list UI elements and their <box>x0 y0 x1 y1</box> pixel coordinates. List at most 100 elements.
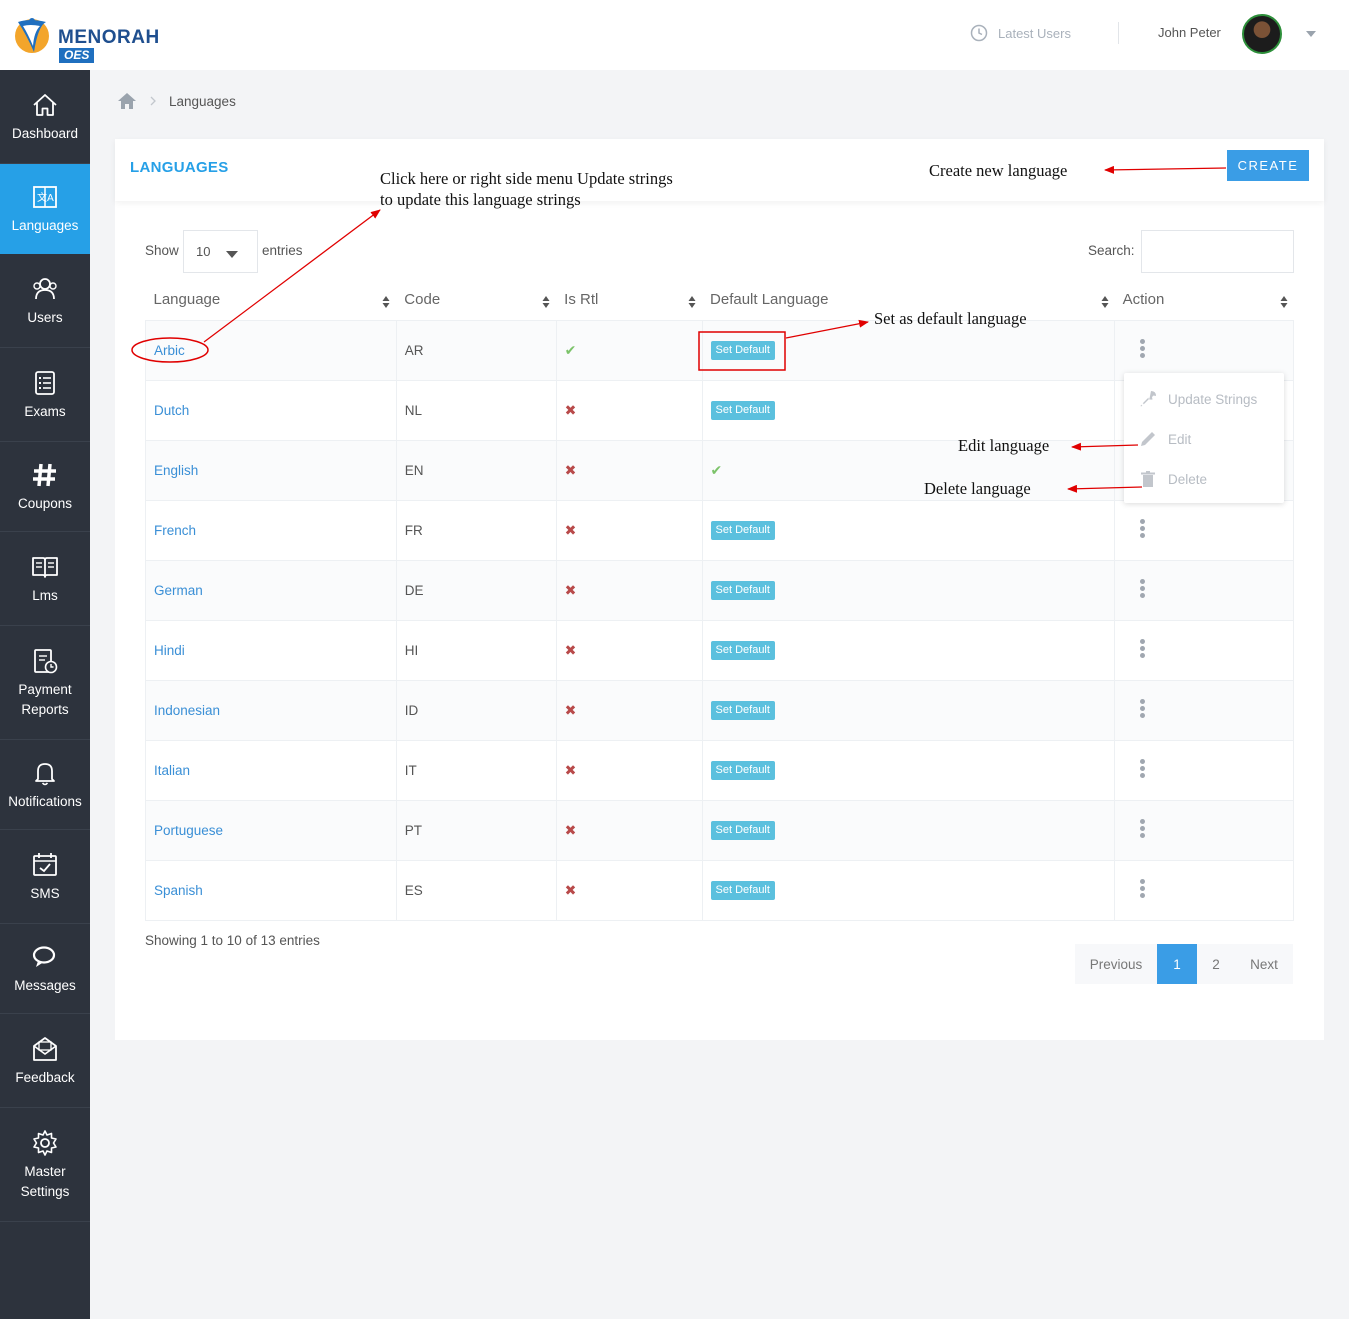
language-link[interactable]: Dutch <box>154 403 189 418</box>
sidebar-item-dashboard[interactable]: Dashboard <box>0 70 90 164</box>
page-size-select[interactable]: 10 <box>183 230 258 273</box>
set-default-button[interactable]: Set Default <box>710 580 775 600</box>
avatar[interactable] <box>1242 14 1282 54</box>
kebab-menu-icon[interactable] <box>1140 697 1146 720</box>
cell-is-rtl: ✖ <box>555 439 703 501</box>
language-code: ID <box>404 702 419 718</box>
cross-icon: ✖ <box>564 641 577 658</box>
sidebar-item-feedback[interactable]: Feedback <box>0 1014 90 1108</box>
language-link[interactable]: Arbic <box>154 343 185 358</box>
language-link[interactable]: German <box>154 583 203 598</box>
cell-default-language: Set Default <box>701 619 1116 681</box>
book-icon <box>32 556 58 578</box>
sidebar: Dashboard 文A Languages Users Exams Coupo… <box>0 70 90 1319</box>
kebab-menu-icon[interactable] <box>1140 877 1146 900</box>
kebab-menu-icon[interactable] <box>1140 577 1146 600</box>
language-code: AR <box>404 342 424 358</box>
kebab-menu-icon[interactable] <box>1140 757 1146 780</box>
trash-icon <box>1141 471 1155 487</box>
language-link[interactable]: English <box>154 463 198 478</box>
table-row: Dutch NL ✖ Set Default <box>145 379 1294 441</box>
users-icon <box>33 277 57 299</box>
check-icon: ✔ <box>710 461 723 478</box>
cell-code: HI <box>395 619 557 681</box>
set-default-button[interactable]: Set Default <box>710 880 775 900</box>
column-header-code[interactable]: Code <box>396 280 556 320</box>
table-row: Spanish ES ✖ Set Default <box>145 859 1294 921</box>
breadcrumb-current: Languages <box>169 93 236 109</box>
cell-default-language: Set Default <box>701 379 1116 441</box>
sidebar-item-exams[interactable]: Exams <box>0 348 90 442</box>
set-default-button[interactable]: Set Default <box>710 700 775 720</box>
cell-action <box>1114 319 1294 381</box>
language-link[interactable]: Indonesian <box>154 703 220 718</box>
table-info: Showing 1 to 10 of 13 entries <box>145 933 320 948</box>
app-logo[interactable]: MENORAH OES <box>10 12 160 63</box>
column-header-is-rtl[interactable]: Is Rtl <box>556 280 702 320</box>
cell-code: EN <box>395 439 557 501</box>
language-code: EN <box>404 462 424 478</box>
user-name[interactable]: John Peter <box>1158 25 1221 40</box>
sidebar-item-lms[interactable]: Lms <box>0 532 90 626</box>
latest-users-link[interactable]: Latest Users <box>970 24 1071 42</box>
kebab-menu-icon[interactable] <box>1140 517 1146 540</box>
page-size-value: 10 <box>196 244 211 259</box>
kebab-menu-icon[interactable] <box>1140 337 1146 360</box>
language-link[interactable]: French <box>154 523 196 538</box>
set-default-button[interactable]: Set Default <box>710 760 775 780</box>
sidebar-item-messages[interactable]: Messages <box>0 924 90 1014</box>
annotation-set-default: Set as default language <box>874 309 1027 328</box>
sort-icon <box>688 296 696 308</box>
chevron-down-icon <box>226 251 238 258</box>
sidebar-item-sms[interactable]: SMS <box>0 830 90 924</box>
envelope-icon <box>33 1036 57 1061</box>
pencil-icon <box>1141 432 1155 446</box>
language-link[interactable]: Spanish <box>154 883 203 898</box>
language-link[interactable]: Hindi <box>154 643 185 658</box>
search-input[interactable] <box>1141 230 1294 273</box>
home-icon[interactable] <box>117 92 137 110</box>
cell-code: IT <box>395 739 557 801</box>
cross-icon: ✖ <box>564 761 577 778</box>
sidebar-item-languages[interactable]: 文A Languages <box>0 164 90 254</box>
set-default-button[interactable]: Set Default <box>710 340 775 360</box>
menu-item-delete[interactable]: Delete <box>1138 469 1207 489</box>
breadcrumb: Languages <box>117 92 236 110</box>
sort-icon <box>1280 296 1287 308</box>
pagination-previous[interactable]: Previous <box>1075 944 1157 984</box>
column-header-language[interactable]: Language <box>146 280 397 320</box>
create-button[interactable]: CREATE <box>1227 150 1309 181</box>
cross-icon: ✖ <box>564 581 577 598</box>
column-header-action[interactable]: Action <box>1115 280 1294 320</box>
menu-item-edit[interactable]: Edit <box>1138 429 1191 449</box>
cell-is-rtl: ✖ <box>555 559 703 621</box>
kebab-menu-icon[interactable] <box>1140 817 1146 840</box>
cell-code: FR <box>395 499 557 561</box>
sidebar-item-notifications[interactable]: Notifications <box>0 740 90 830</box>
table-row: Portuguese PT ✖ Set Default <box>145 799 1294 861</box>
kebab-menu-icon[interactable] <box>1140 637 1146 660</box>
set-default-button[interactable]: Set Default <box>710 400 775 420</box>
pagination-page-1[interactable]: 1 <box>1157 944 1197 984</box>
pagination-next[interactable]: Next <box>1235 944 1293 984</box>
sidebar-item-master-settings[interactable]: Master Settings <box>0 1108 90 1222</box>
cell-is-rtl: ✖ <box>555 379 703 441</box>
cell-is-rtl: ✔ <box>555 319 703 381</box>
sidebar-item-coupons[interactable]: Coupons <box>0 442 90 532</box>
language-code: FR <box>404 522 423 538</box>
language-link[interactable]: Italian <box>154 763 190 778</box>
set-default-button[interactable]: Set Default <box>710 820 775 840</box>
sidebar-item-payment-reports[interactable]: Payment Reports <box>0 626 90 740</box>
chat-icon <box>32 945 56 967</box>
set-default-button[interactable]: Set Default <box>710 640 775 660</box>
cell-default-language: Set Default <box>701 679 1116 741</box>
language-link[interactable]: Portuguese <box>154 823 223 838</box>
pagination-page-2[interactable]: 2 <box>1197 944 1235 984</box>
sidebar-item-users[interactable]: Users <box>0 254 90 348</box>
chevron-down-icon[interactable] <box>1306 31 1316 37</box>
cell-is-rtl: ✖ <box>555 679 703 741</box>
menu-item-update-strings[interactable]: Update Strings <box>1138 389 1257 409</box>
set-default-button[interactable]: Set Default <box>710 520 775 540</box>
latest-users-label: Latest Users <box>998 25 1071 41</box>
cell-language: Arbic <box>145 319 397 381</box>
